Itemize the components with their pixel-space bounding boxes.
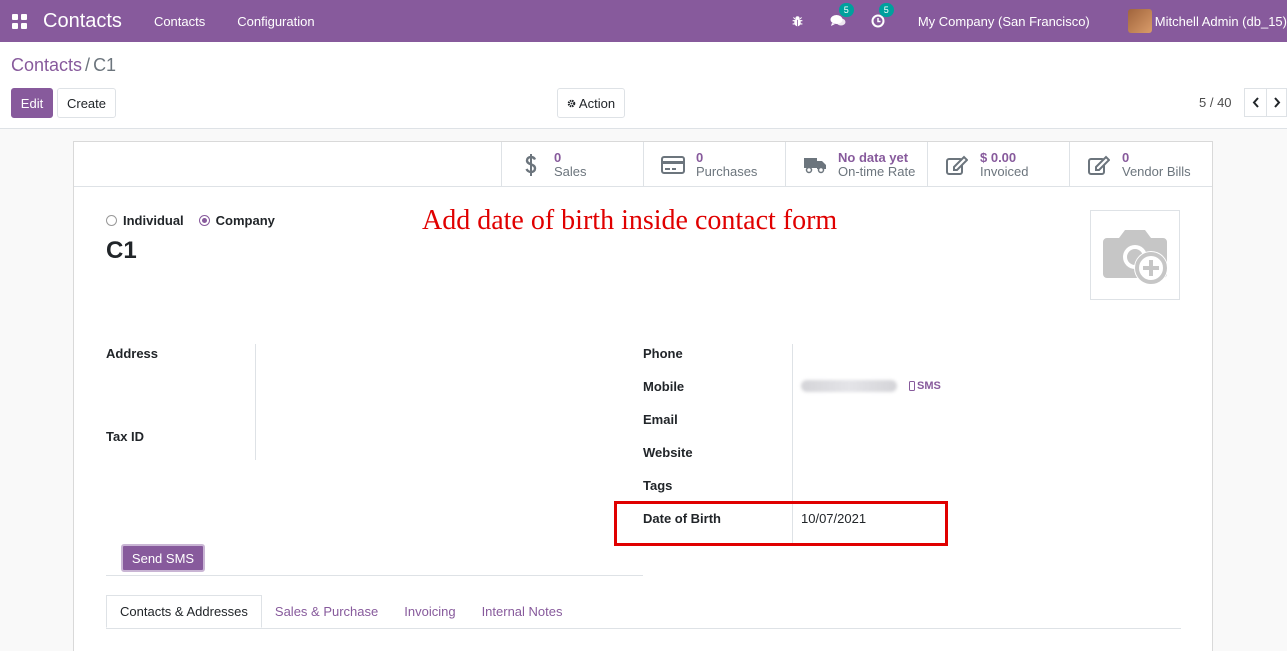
address-label: Address: [106, 346, 159, 361]
sales-stat-button[interactable]: 0 Sales: [501, 142, 643, 187]
invoiced-label: Invoiced: [980, 163, 1029, 179]
breadcrumb-contacts-link[interactable]: Contacts: [11, 55, 82, 75]
left-group-divider: [255, 344, 256, 460]
vendor-bills-value: 0: [1122, 149, 1130, 165]
company-radio[interactable]: [198, 215, 210, 226]
chat-badge: 5: [838, 3, 854, 17]
mobile-phone-icon: [909, 381, 915, 391]
smart-button-box: 0 Sales 0 Purchases No data yet On-time Rat…: [501, 142, 1211, 187]
individual-radio-label[interactable]: Individual: [123, 213, 184, 228]
activity-badge: 5: [878, 3, 894, 17]
company-type-radio-group: Individual Company: [106, 213, 275, 228]
truck-icon: [802, 154, 828, 176]
purchases-value: 0: [696, 149, 704, 165]
control-panel: Contacts / C1 Edit Create Action 5 / 40: [0, 42, 1287, 129]
create-button[interactable]: Create: [57, 88, 116, 118]
tab-internal-notes[interactable]: Internal Notes: [469, 595, 576, 628]
annotation-text: Add date of birth inside contact form: [422, 205, 838, 236]
chevron-right-icon: [1273, 97, 1280, 108]
user-menu[interactable]: Mitchell Admin (db_15): [1127, 9, 1287, 33]
phone-label: Phone: [643, 346, 683, 361]
tags-label: Tags: [643, 478, 673, 493]
email-label: Email: [643, 412, 678, 427]
chat-icon[interactable]: 5: [830, 3, 854, 29]
user-name: Mitchell Admin (db_15): [1154, 13, 1287, 29]
form-separator: [106, 575, 643, 576]
vendor-bills-stat-button[interactable]: 0 Vendor Bills: [1069, 142, 1211, 187]
activity-clock-icon[interactable]: 5: [870, 3, 894, 29]
action-button[interactable]: Action: [557, 88, 625, 118]
tab-sales-purchase[interactable]: Sales & Purchase: [262, 595, 391, 628]
breadcrumb-separator: /: [85, 55, 91, 75]
pager-value[interactable]: 5 / 40: [1199, 95, 1232, 110]
gear-icon: [567, 99, 576, 107]
avatar-image-field[interactable]: [1090, 210, 1180, 300]
notebook-tabs: Contacts & Addresses Sales & Purchase In…: [106, 595, 576, 628]
debug-bug-icon[interactable]: [790, 13, 806, 29]
app-name[interactable]: Contacts: [43, 10, 122, 33]
sales-value: 0: [554, 149, 562, 165]
action-label: Action: [578, 95, 616, 111]
company-switcher[interactable]: My Company (San Francisco): [918, 14, 1090, 29]
user-avatar: [1127, 9, 1152, 33]
sales-label: Sales: [554, 163, 587, 179]
individual-radio[interactable]: [106, 215, 117, 226]
mobile-label: Mobile: [643, 379, 685, 394]
website-label: Website: [643, 445, 693, 460]
pencil-square-icon: [944, 154, 970, 176]
chevron-left-icon: [1252, 97, 1259, 108]
top-navbar: Contacts Contacts Configuration 5 5 My C…: [0, 0, 1287, 42]
apps-menu-icon[interactable]: [12, 13, 27, 29]
form-sheet: 0 Sales 0 Purchases No data yet On-time Rat…: [73, 141, 1213, 651]
tab-invoicing[interactable]: Invoicing: [391, 595, 468, 628]
menu-contacts[interactable]: Contacts: [154, 14, 205, 29]
send-sms-button[interactable]: Send SMS: [121, 544, 205, 572]
sms-link-label: SMS: [917, 380, 941, 392]
on-time-rate-value: No data yet: [838, 149, 909, 165]
purchases-label: Purchases: [696, 163, 758, 179]
purchases-stat-button[interactable]: 0 Purchases: [643, 142, 785, 187]
breadcrumb: Contacts / C1: [11, 55, 116, 76]
date-of-birth-highlight: [614, 501, 948, 546]
invoiced-stat-button[interactable]: $ 0.00 Invoiced: [927, 142, 1069, 187]
tax-id-label: Tax ID: [106, 429, 145, 444]
dollar-icon: [518, 153, 544, 176]
breadcrumb-current: C1: [93, 55, 117, 75]
mobile-value-blurred[interactable]: [801, 380, 897, 392]
button-box-divider: [74, 186, 1212, 187]
record-name[interactable]: C1: [106, 237, 137, 265]
menu-configuration[interactable]: Configuration: [237, 14, 314, 29]
on-time-rate-label: On-time Rate: [838, 163, 916, 179]
pager-previous-button[interactable]: [1244, 88, 1267, 117]
sms-link[interactable]: SMS: [909, 380, 941, 392]
credit-card-icon: [660, 154, 686, 176]
on-time-rate-stat-button[interactable]: No data yet On-time Rate: [785, 142, 927, 187]
tab-contacts-addresses[interactable]: Contacts & Addresses: [106, 595, 262, 628]
camera-plus-icon: [1103, 230, 1168, 285]
invoiced-value: $ 0.00: [980, 149, 1017, 165]
vendor-bills-label: Vendor Bills: [1122, 163, 1191, 179]
edit-button[interactable]: Edit: [11, 88, 53, 118]
company-radio-label[interactable]: Company: [216, 213, 275, 228]
pencil-square-icon: [1086, 154, 1112, 176]
pager-next-button[interactable]: [1266, 88, 1287, 117]
tabs-underline: [106, 628, 1181, 629]
